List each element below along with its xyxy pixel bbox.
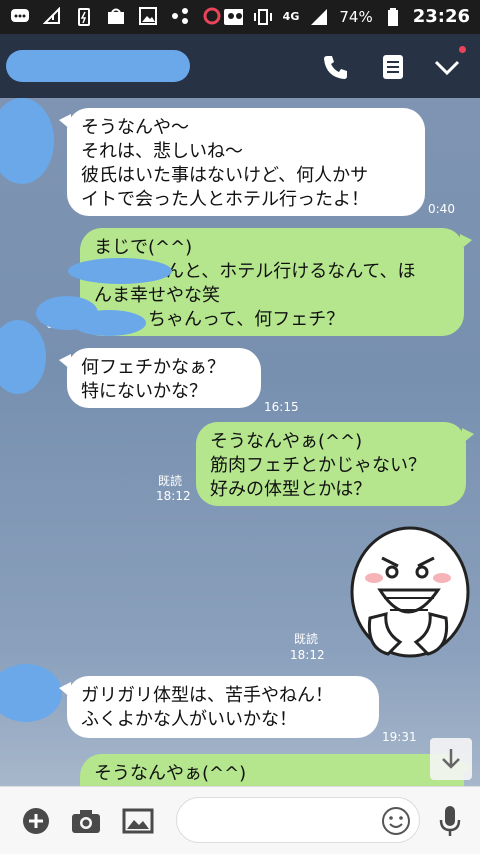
gallery-icon[interactable] (122, 805, 154, 837)
share-dots-icon (170, 6, 190, 26)
message-sent[interactable]: そうなんやぁ(^^) (80, 754, 472, 786)
contact-name-redacted[interactable] (6, 50, 190, 82)
signal-icon (309, 7, 329, 27)
status-bar: 4G 74% 23:26 (0, 0, 480, 34)
redaction-mark (36, 296, 98, 330)
id-card-icon (223, 7, 243, 27)
avatar-redacted[interactable] (0, 664, 62, 722)
message-time: 18:12 (156, 489, 191, 503)
chat-header (0, 34, 480, 98)
read-receipt: 既読 (294, 632, 319, 646)
message-time: 19:31 (382, 730, 417, 744)
vibrate-icon (253, 7, 273, 27)
chat-notification-icon (10, 6, 30, 26)
chat-area[interactable]: そうなんや〜 それは、悲しいね〜 彼氏はいた事はないけど、何人かサ イトで会った… (0, 98, 480, 786)
avatar-redacted[interactable] (0, 320, 46, 394)
message-received[interactable]: ガリガリ体型は、苦手やねん！ ふくよかな人がいいかな！ (59, 676, 379, 738)
battery-icon (383, 7, 403, 27)
battery-charging-icon (74, 6, 94, 26)
message-time: 18:12 (290, 648, 325, 662)
arrow-down-icon (442, 749, 460, 769)
notes-icon[interactable] (378, 52, 408, 82)
camera-icon[interactable] (70, 805, 102, 837)
message-time: 0:40 (428, 202, 455, 216)
network-type: 4G (282, 10, 300, 23)
message-sent[interactable]: そうなんやぁ(^^) 筋肉フェチとかじゃない？ 好みの体型とかは？ (196, 422, 474, 506)
shopping-bag-icon (106, 6, 126, 26)
battery-percent: 74% (339, 7, 373, 26)
notification-dot (459, 46, 466, 53)
clock: 23:26 (412, 6, 470, 27)
microphone-icon[interactable] (434, 805, 466, 837)
signal-alert-icon (42, 6, 62, 26)
input-bar (0, 786, 480, 854)
message-received[interactable]: そうなんや〜 それは、悲しいね〜 彼氏はいた事はないけど、何人かサ イトで会った… (59, 108, 425, 216)
message-received[interactable]: 何フェチかなぁ？ 特にないかな？ (59, 348, 261, 408)
app-ring-icon (202, 6, 222, 26)
message-input[interactable] (176, 797, 420, 843)
message-time: 16:15 (264, 400, 299, 414)
plus-icon[interactable] (20, 805, 52, 837)
grinning-moon-sticker[interactable] (346, 522, 470, 664)
read-receipt: 既読 (158, 474, 183, 488)
chevron-down-icon[interactable] (432, 46, 466, 82)
emoji-icon[interactable] (381, 806, 411, 840)
redaction-mark (68, 258, 172, 284)
image-icon (138, 6, 158, 26)
scroll-to-bottom-button[interactable] (430, 738, 472, 780)
avatar-redacted[interactable] (0, 98, 54, 184)
phone-icon[interactable] (320, 52, 350, 82)
